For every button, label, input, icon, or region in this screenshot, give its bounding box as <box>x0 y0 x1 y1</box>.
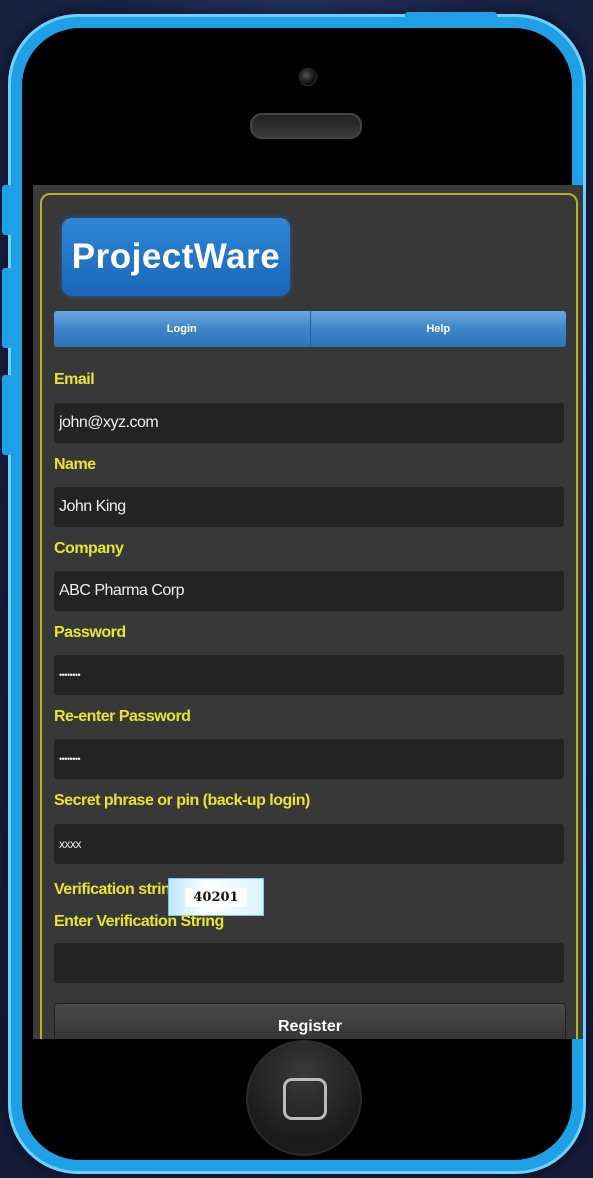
captcha-text: 40201 <box>185 887 247 907</box>
password-label: Password <box>54 624 126 641</box>
company-label: Company <box>54 540 124 557</box>
mute-switch <box>2 185 12 235</box>
camera-icon <box>299 68 317 86</box>
name-label: Name <box>54 456 96 473</box>
secret-phrase-label: Secret phrase or pin (back-up login) <box>54 792 310 809</box>
volume-up-button <box>2 268 12 348</box>
name-field[interactable]: John King <box>54 487 564 527</box>
speaker-icon <box>250 113 362 139</box>
power-button <box>405 12 497 22</box>
verification-string-label: Verification string <box>54 881 180 898</box>
password-field[interactable]: •••••••• <box>54 655 564 695</box>
enter-verification-label: Enter Verification String <box>54 913 224 930</box>
register-panel: ProjectWare Login Help Email john@xyz.co… <box>40 193 578 1039</box>
home-button[interactable] <box>246 1040 362 1156</box>
reenter-password-field[interactable]: •••••••• <box>54 739 564 779</box>
volume-down-button <box>2 375 12 455</box>
home-square-icon <box>283 1078 327 1120</box>
register-button[interactable]: Register <box>54 1003 566 1039</box>
nav-bar: Login Help <box>54 311 566 347</box>
email-field[interactable]: john@xyz.com <box>54 403 564 443</box>
tab-help[interactable]: Help <box>310 311 566 347</box>
verification-input[interactable] <box>54 943 564 983</box>
company-field[interactable]: ABC Pharma Corp <box>54 571 564 611</box>
secret-phrase-field[interactable]: xxxx <box>54 824 564 864</box>
reenter-password-label: Re-enter Password <box>54 708 191 725</box>
captcha-image: 40201 <box>168 878 264 916</box>
tab-login[interactable]: Login <box>54 311 311 347</box>
email-label: Email <box>54 371 95 388</box>
screen: ProjectWare Login Help Email john@xyz.co… <box>33 185 583 1039</box>
projectware-logo: ProjectWare <box>62 218 290 296</box>
